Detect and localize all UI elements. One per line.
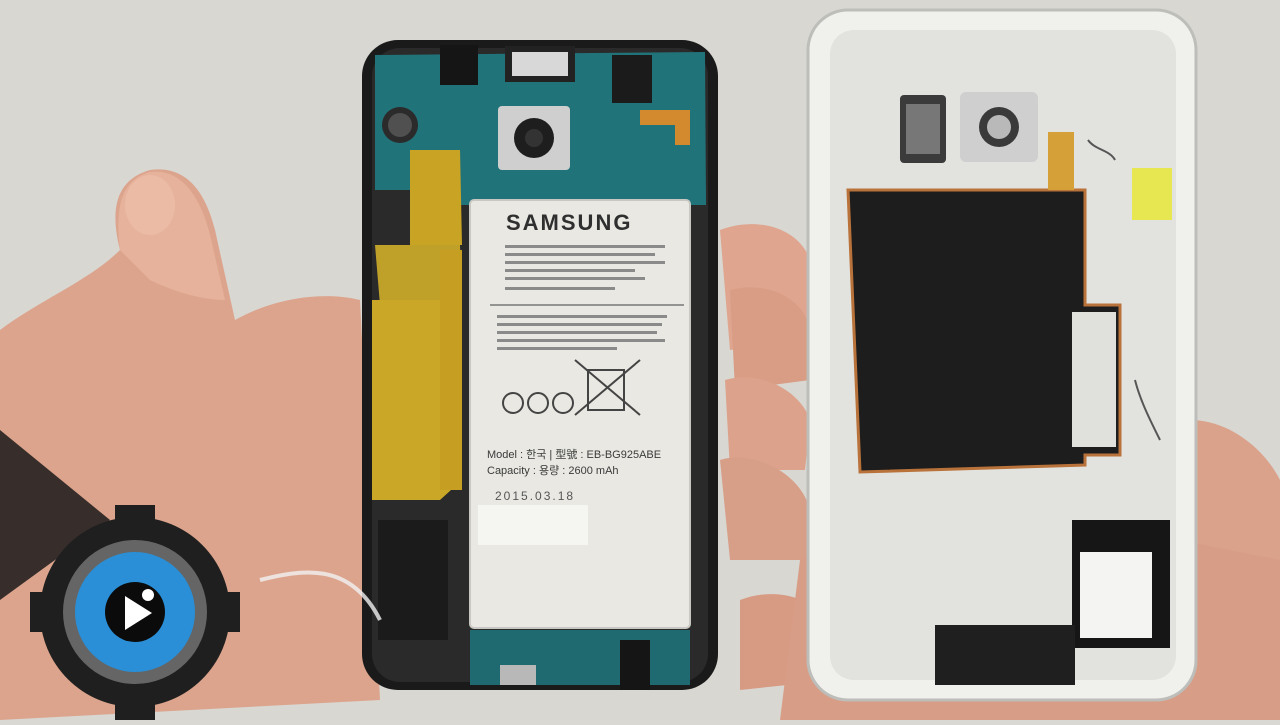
battery <box>470 200 690 628</box>
usb-port <box>500 665 536 685</box>
photo-scene: SAMSUNG Model : 한국 | 型號 : EB-BG925ABE Ca… <box>0 0 1280 721</box>
battery-date: 2015.03.18 <box>495 489 576 503</box>
battery-capacity: Capacity : 용량 : 2600 mAh <box>487 465 619 477</box>
phone-open <box>362 40 718 690</box>
phone-teardown-photo <box>0 0 1280 721</box>
battery-brand: SAMSUNG <box>506 210 633 235</box>
emi-shield <box>410 150 462 245</box>
battery-model: Model : 한국 | 型號 : EB-BG925ABE <box>487 449 662 461</box>
mid-frame <box>806 8 1198 702</box>
